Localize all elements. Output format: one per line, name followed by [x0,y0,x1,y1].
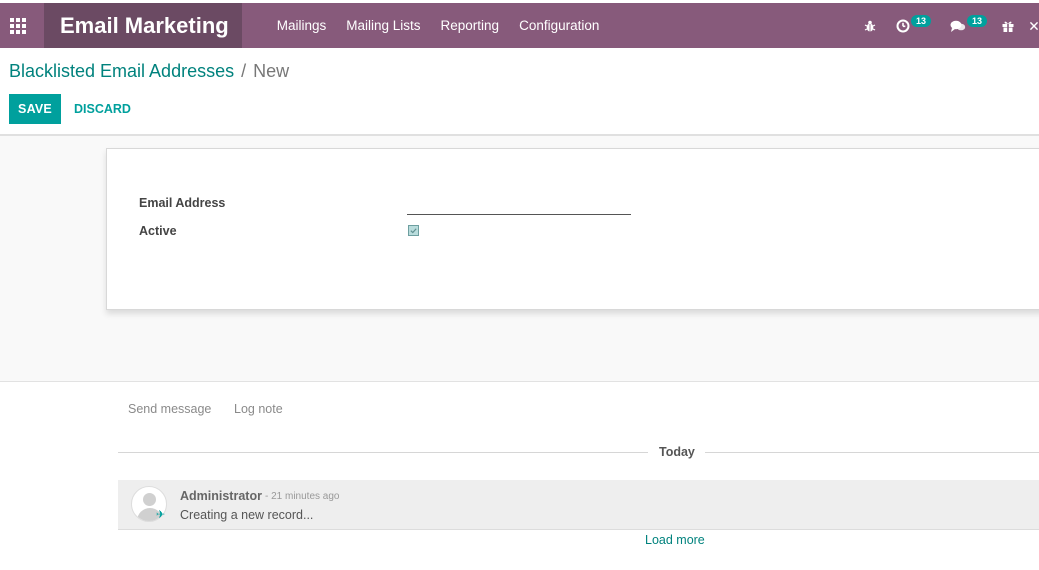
menu-item-mailing-lists[interactable]: Mailing Lists [346,18,420,33]
load-more-link[interactable]: Load more [645,533,705,547]
log-note-tab[interactable]: Log note [234,402,283,416]
systray: 13 13 [845,3,1039,48]
breadcrumb-separator: / [241,61,247,81]
checkmark-icon [410,228,417,234]
bug-icon [864,20,876,31]
activity-count-badge: 13 [910,14,931,27]
activity-menu[interactable]: 13 [896,14,931,33]
breadcrumb-parent[interactable]: Blacklisted Email Addresses [9,61,234,82]
paper-plane-icon: ✈ [156,509,166,521]
message-date: - 21 minutes ago [265,491,340,502]
send-message-tab[interactable]: Send message [128,402,211,416]
tools-icon [1029,21,1039,30]
top-navbar: Email Marketing Mailings Mailing Lists R… [0,3,1039,48]
email-address-label: Email Address [139,196,226,210]
debug-menu[interactable] [863,19,877,33]
active-checkbox[interactable] [408,225,419,236]
chatter-message: ✈ Administrator - 21 minutes ago Creatin… [118,480,1039,530]
email-address-input[interactable] [407,195,631,215]
main-menu: Mailings Mailing Lists Reporting Configu… [277,18,620,33]
gift-icon [1002,21,1014,32]
message-body: Creating a new record... [180,508,314,522]
messaging-menu[interactable]: 13 [950,14,987,33]
menu-item-configuration[interactable]: Configuration [519,18,599,33]
date-separator-line-right [705,452,1039,453]
comments-icon [950,20,966,32]
apps-grid-icon [10,17,26,34]
menu-item-mailings[interactable]: Mailings [277,18,327,33]
settings-menu[interactable] [1029,19,1039,33]
active-label: Active [139,224,177,238]
message-author[interactable]: Administrator [180,489,262,503]
gift-menu[interactable] [1001,19,1015,33]
clock-icon [896,19,910,32]
breadcrumb-current: New [253,61,290,81]
breadcrumb: Blacklisted Email Addresses / New [9,61,289,82]
discard-button[interactable]: DISCARD [74,94,131,124]
apps-menu-button[interactable] [0,3,36,48]
form-sheet: Email Address Active [106,148,1039,310]
save-button[interactable]: SAVE [9,94,61,124]
date-separator-label: Today [659,445,695,459]
date-separator-line-left [118,452,648,453]
menu-item-reporting[interactable]: Reporting [441,18,500,33]
messages-count-badge: 13 [966,14,987,27]
app-brand-title[interactable]: Email Marketing [44,3,242,48]
